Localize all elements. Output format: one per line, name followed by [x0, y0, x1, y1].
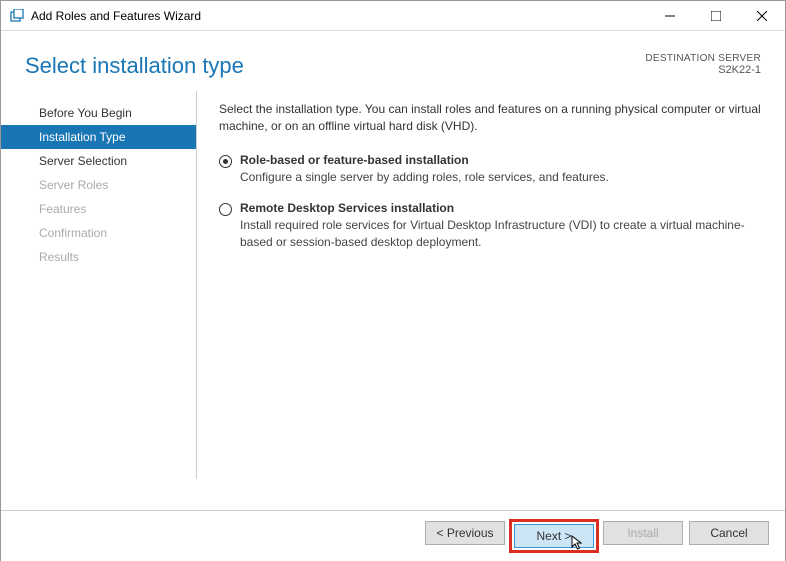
footer: < Previous Next > Install Cancel	[1, 510, 785, 561]
window-controls	[647, 1, 785, 30]
option-role-based[interactable]: Role-based or feature-based installation…	[219, 153, 767, 186]
close-button[interactable]	[739, 1, 785, 30]
maximize-button[interactable]	[693, 1, 739, 30]
content: Select the installation type. You can in…	[196, 91, 785, 479]
nav-confirmation: Confirmation	[1, 221, 196, 245]
window-title: Add Roles and Features Wizard	[31, 9, 647, 23]
nav-installation-type[interactable]: Installation Type	[1, 125, 196, 149]
option-title: Role-based or feature-based installation	[240, 153, 767, 167]
sidebar: Before You Begin Installation Type Serve…	[1, 91, 196, 479]
minimize-button[interactable]	[647, 1, 693, 30]
header: Select installation type DESTINATION SER…	[1, 31, 785, 91]
previous-button[interactable]: < Previous	[425, 521, 505, 545]
titlebar: Add Roles and Features Wizard	[1, 1, 785, 31]
destination-server: S2K22-1	[645, 64, 761, 76]
nav-results: Results	[1, 245, 196, 269]
radio-role-based[interactable]	[219, 155, 232, 168]
intro-text: Select the installation type. You can in…	[219, 101, 767, 135]
option-desc: Configure a single server by adding role…	[240, 169, 767, 186]
body: Before You Begin Installation Type Serve…	[1, 91, 785, 479]
option-remote-desktop[interactable]: Remote Desktop Services installation Ins…	[219, 201, 767, 251]
nav-before-you-begin[interactable]: Before You Begin	[1, 101, 196, 125]
app-icon	[9, 8, 25, 24]
next-highlight: Next >	[509, 519, 599, 553]
page-title: Select installation type	[25, 53, 244, 79]
option-title: Remote Desktop Services installation	[240, 201, 767, 215]
cancel-button[interactable]: Cancel	[689, 521, 769, 545]
option-desc: Install required role services for Virtu…	[240, 217, 767, 251]
next-button[interactable]: Next >	[514, 524, 594, 548]
destination-block: DESTINATION SERVER S2K22-1	[645, 53, 761, 76]
nav-server-roles: Server Roles	[1, 173, 196, 197]
nav-server-selection[interactable]: Server Selection	[1, 149, 196, 173]
radio-remote-desktop[interactable]	[219, 203, 232, 216]
install-button: Install	[603, 521, 683, 545]
destination-label: DESTINATION SERVER	[645, 53, 761, 64]
nav-features: Features	[1, 197, 196, 221]
option-text: Remote Desktop Services installation Ins…	[240, 201, 767, 251]
option-text: Role-based or feature-based installation…	[240, 153, 767, 186]
